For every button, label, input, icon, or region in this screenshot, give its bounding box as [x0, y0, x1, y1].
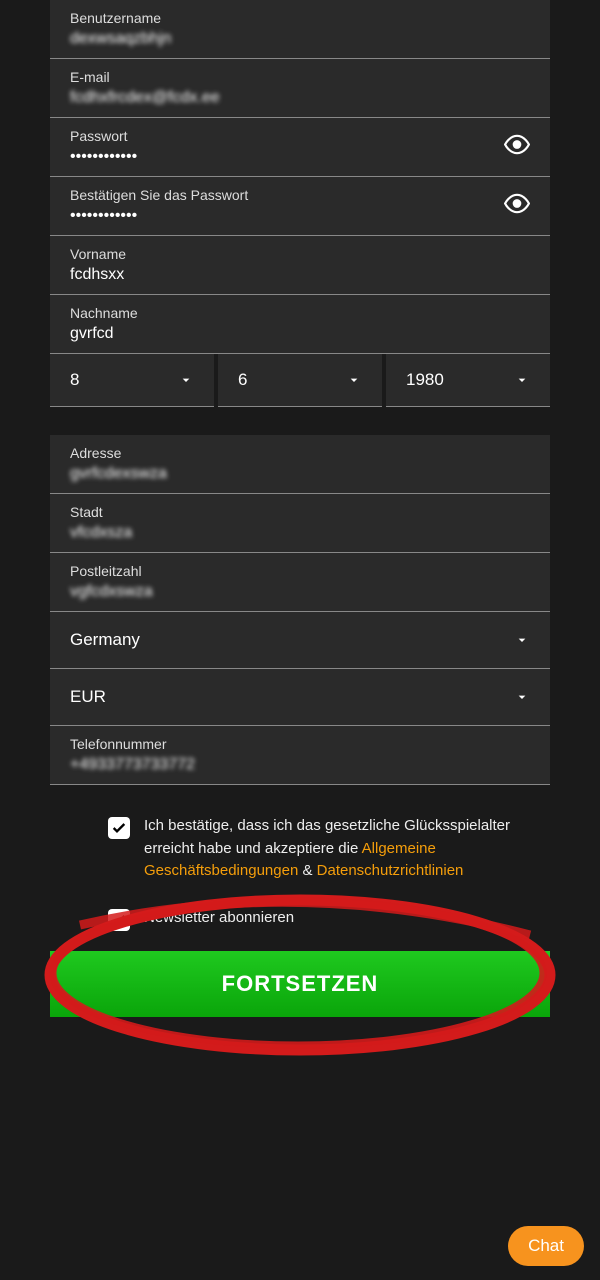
chevron-down-icon	[514, 689, 530, 705]
currency-select[interactable]: EUR	[50, 669, 550, 726]
address-label: Adresse	[70, 445, 530, 461]
postal-field[interactable]: Postleitzahl vgfcdxswza	[50, 553, 550, 612]
city-value[interactable]: vfcdxsza	[70, 524, 530, 542]
password-label: Passwort	[70, 128, 530, 144]
dob-month-select[interactable]: 6	[218, 354, 382, 407]
phone-field[interactable]: Telefonnummer +4933773733772	[50, 726, 550, 785]
firstname-label: Vorname	[70, 246, 530, 262]
country-value: Germany	[70, 630, 140, 650]
confirm-password-field[interactable]: Bestätigen Sie das Passwort ••••••••••••	[50, 177, 550, 236]
continue-button[interactable]: FORTSETZEN	[50, 951, 550, 1017]
city-label: Stadt	[70, 504, 530, 520]
phone-value[interactable]: +4933773733772	[70, 756, 530, 774]
consent-text: Ich bestätige, dass ich das gesetzliche …	[144, 815, 550, 883]
postal-label: Postleitzahl	[70, 563, 530, 579]
chat-button[interactable]: Chat	[508, 1226, 584, 1266]
lastname-value[interactable]: gvrfcd	[70, 325, 530, 343]
newsletter-checkbox[interactable]	[108, 909, 130, 931]
confirm-password-value[interactable]: ••••••••••••	[70, 207, 530, 225]
email-label: E-mail	[70, 69, 530, 85]
dob-year-value: 1980	[406, 370, 444, 390]
dob-row: 8 6 1980	[50, 354, 550, 407]
consent-and: &	[298, 862, 316, 879]
lastname-field[interactable]: Nachname gvrfcd	[50, 295, 550, 354]
postal-value[interactable]: vgfcdxswza	[70, 583, 530, 601]
dob-year-select[interactable]: 1980	[386, 354, 550, 407]
phone-label: Telefonnummer	[70, 736, 530, 752]
currency-value: EUR	[70, 687, 106, 707]
dob-day-select[interactable]: 8	[50, 354, 214, 407]
country-select[interactable]: Germany	[50, 612, 550, 669]
eye-icon[interactable]	[504, 191, 530, 222]
email-field[interactable]: E-mail fcdhxfrcdex@fcdx.ee	[50, 59, 550, 118]
check-icon	[111, 820, 127, 836]
eye-icon[interactable]	[504, 132, 530, 163]
address-value[interactable]: gvrfcdexswza	[70, 465, 530, 483]
chevron-down-icon	[514, 632, 530, 648]
continue-annotation-wrap: Newsletter abonnieren FORTSETZEN	[50, 895, 550, 1017]
password-field[interactable]: Passwort ••••••••••••	[50, 118, 550, 177]
email-value[interactable]: fcdhxfrcdex@fcdx.ee	[70, 89, 530, 107]
consent-checkbox[interactable]	[108, 817, 130, 839]
city-field[interactable]: Stadt vfcdxsza	[50, 494, 550, 553]
consent-row: Ich bestätige, dass ich das gesetzliche …	[50, 803, 550, 895]
dob-month-value: 6	[238, 370, 247, 390]
firstname-value[interactable]: fcdhsxx	[70, 266, 530, 284]
firstname-field[interactable]: Vorname fcdhsxx	[50, 236, 550, 295]
chevron-down-icon	[346, 372, 362, 388]
username-field[interactable]: Benutzername dexwsaqzbhjn	[50, 0, 550, 59]
chevron-down-icon	[514, 372, 530, 388]
confirm-password-label: Bestätigen Sie das Passwort	[70, 187, 530, 203]
lastname-label: Nachname	[70, 305, 530, 321]
newsletter-row: Newsletter abonnieren	[50, 895, 550, 943]
username-label: Benutzername	[70, 10, 530, 26]
dob-day-value: 8	[70, 370, 79, 390]
password-value[interactable]: ••••••••••••	[70, 148, 530, 166]
consent-prefix: Ich bestätige, dass ich das gesetzliche …	[144, 817, 510, 857]
address-field[interactable]: Adresse gvrfcdexswza	[50, 435, 550, 494]
chevron-down-icon	[178, 372, 194, 388]
privacy-link[interactable]: Datenschutzrichtlinien	[317, 862, 464, 879]
newsletter-label: Newsletter abonnieren	[144, 907, 294, 930]
username-value[interactable]: dexwsaqzbhjn	[70, 30, 530, 48]
check-icon	[111, 912, 127, 928]
